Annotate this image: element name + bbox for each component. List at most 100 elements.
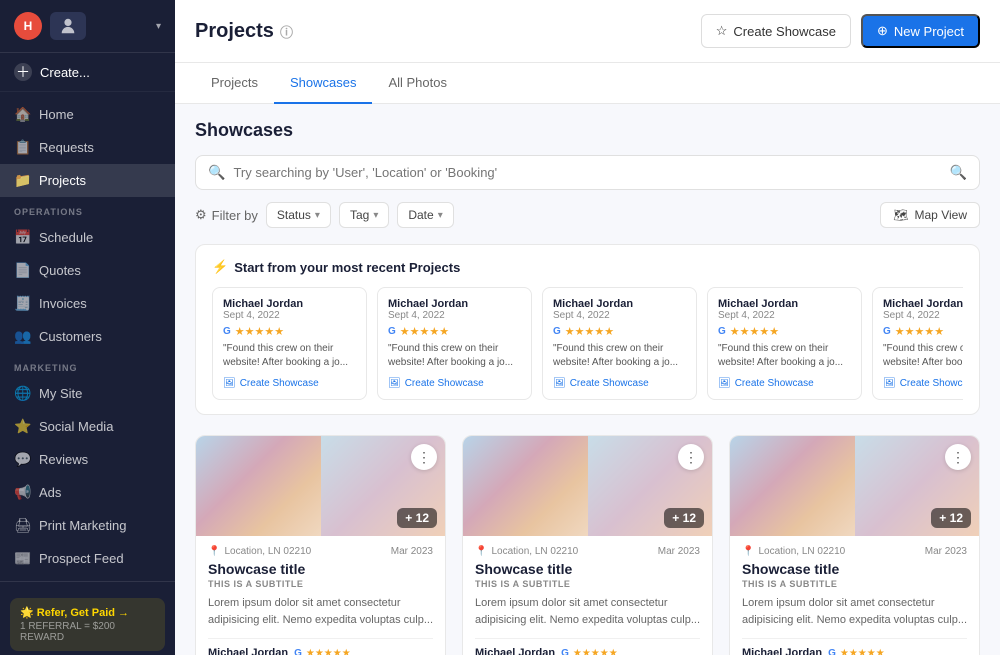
recent-card-name: Michael Jordan xyxy=(388,298,521,310)
create-showcase-button[interactable]: ☆ Create Showcase xyxy=(701,14,851,48)
google-g-icon: G xyxy=(388,326,396,337)
recent-card-quote: "Found this crew on their website! After… xyxy=(553,342,686,370)
tag-chevron-icon: ▾ xyxy=(373,210,378,221)
recent-card-date: Sept 4, 2022 xyxy=(553,310,686,321)
showcase-location-row: 📍 Location, LN 02210 Mar 2023 xyxy=(742,546,967,557)
sidebar-item-ads-label: Ads xyxy=(39,485,61,500)
marketing-section-label: MARKETING xyxy=(0,353,175,377)
tab-projects[interactable]: Projects xyxy=(195,63,274,104)
showcase-link-icon: 🖼 xyxy=(883,378,896,389)
new-project-button[interactable]: ⊕ New Project xyxy=(861,14,980,48)
recent-card-create-link[interactable]: 🖼 Create Showcase xyxy=(553,378,686,389)
showcase-description: Lorem ipsum dolor sit amet consectetur a… xyxy=(742,595,967,628)
map-view-button[interactable]: 🗺 Map View xyxy=(880,202,980,228)
sidebar-item-customers-label: Customers xyxy=(39,329,102,344)
recent-card-create-link[interactable]: 🖼 Create Showcase xyxy=(388,378,521,389)
search-submit-icon[interactable]: 🔍 xyxy=(950,164,967,181)
account-switcher[interactable] xyxy=(50,12,86,40)
filter-status-button[interactable]: Status ▾ xyxy=(266,202,331,228)
sidebar-item-schedule[interactable]: 📅 Schedule xyxy=(0,221,175,254)
recent-card-stars: G ★★★★★ xyxy=(718,325,851,338)
showcase-location-left: 📍 Location, LN 02210 xyxy=(208,546,311,557)
showcase-location-row: 📍 Location, LN 02210 Mar 2023 xyxy=(208,546,433,557)
sidebar-item-print-marketing[interactable]: 🖨 Print Marketing xyxy=(0,509,175,542)
requests-icon: 📋 xyxy=(14,139,30,156)
sidebar-item-requests[interactable]: 📋 Requests xyxy=(0,131,175,164)
sidebar-item-home-label: Home xyxy=(39,107,74,122)
sidebar-item-customers[interactable]: 👥 Customers xyxy=(0,320,175,353)
recent-card-date: Sept 4, 2022 xyxy=(223,310,356,321)
reviewer-stars: G ★★★★★ xyxy=(561,648,618,655)
recent-card: Michael Jordan Sept 4, 2022 G ★★★★★ "Fou… xyxy=(212,287,367,400)
reviewer-stars: G ★★★★★ xyxy=(828,648,885,655)
sidebar-item-projects[interactable]: 📁 Projects xyxy=(0,164,175,197)
recent-card-date: Sept 4, 2022 xyxy=(883,310,963,321)
sidebar-footer: 🌟 Refer, Get Paid → 1 REFERRAL = $200 RE… xyxy=(0,581,175,655)
recent-cards-list: Michael Jordan Sept 4, 2022 G ★★★★★ "Fou… xyxy=(212,287,963,400)
customers-icon: 👥 xyxy=(14,328,30,345)
showcase-menu-button[interactable]: ⋮ xyxy=(411,444,437,470)
showcase-title: Showcase title xyxy=(208,561,433,577)
sidebar-item-my-site[interactable]: 🌐 My Site xyxy=(0,377,175,410)
showcase-subtitle: THIS IS A SUBTITLE xyxy=(208,579,433,589)
reviews-icon: 💬 xyxy=(14,451,30,468)
showcase-title: Showcase title xyxy=(742,561,967,577)
showcase-card: + 12 ⋮ 📍 Location, LN 02210 Mar 2023 Sho… xyxy=(729,435,980,655)
showcase-menu-button[interactable]: ⋮ xyxy=(678,444,704,470)
showcase-card-body: 📍 Location, LN 02210 Mar 2023 Showcase t… xyxy=(463,536,712,655)
prospect-feed-icon: 📰 xyxy=(14,550,30,567)
google-g-icon: G xyxy=(718,326,726,337)
showcase-images: + 12 ⋮ xyxy=(196,436,445,536)
recent-card-create-label: Create Showcase xyxy=(900,378,963,389)
showcase-location-text: Location, LN 02210 xyxy=(758,546,845,557)
filter-by-label: ⚙ Filter by xyxy=(195,207,258,223)
search-input[interactable] xyxy=(233,165,941,180)
sidebar-item-home[interactable]: 🏠 Home xyxy=(0,98,175,131)
showcase-reviewer: Michael Jordan G ★★★★★ "Lorem ipsum dolo… xyxy=(475,638,700,655)
recent-card-create-label: Create Showcase xyxy=(570,378,649,389)
google-g-icon: G xyxy=(883,326,891,337)
topbar-actions: ☆ Create Showcase ⊕ New Project xyxy=(701,14,980,48)
pin-icon: 📍 xyxy=(475,546,487,557)
showcase-plus-badge: + 12 xyxy=(664,508,704,528)
tab-showcases[interactable]: Showcases xyxy=(274,63,372,104)
operations-section-label: OPERATIONS xyxy=(0,197,175,221)
showcase-image-left xyxy=(730,436,855,536)
showcase-subtitle: THIS IS A SUBTITLE xyxy=(742,579,967,589)
filter-date-button[interactable]: Date ▾ xyxy=(397,202,453,228)
sidebar-item-invoices[interactable]: 🧾 Invoices xyxy=(0,287,175,320)
recent-card-create-link[interactable]: 🖼 Create Showcase xyxy=(883,378,963,389)
social-media-icon: ⭐ xyxy=(14,418,30,435)
recent-card-create-link[interactable]: 🖼 Create Showcase xyxy=(223,378,356,389)
showcase-date: Mar 2023 xyxy=(925,546,967,557)
map-icon: 🗺 xyxy=(893,208,908,222)
sidebar-item-invoices-label: Invoices xyxy=(39,296,87,311)
showcase-menu-button[interactable]: ⋮ xyxy=(945,444,971,470)
sidebar-item-schedule-label: Schedule xyxy=(39,230,93,245)
content-area: Showcases 🔍 🔍 ⚙ Filter by Status ▾ Tag ▾… xyxy=(175,104,1000,655)
showcase-description: Lorem ipsum dolor sit amet consectetur a… xyxy=(475,595,700,628)
showcase-images: + 12 ⋮ xyxy=(463,436,712,536)
pin-icon: 📍 xyxy=(208,546,220,557)
showcase-link-icon: 🖼 xyxy=(388,378,401,389)
topbar: Projects ⓘ ☆ Create Showcase ⊕ New Proje… xyxy=(175,0,1000,63)
refer-box[interactable]: 🌟 Refer, Get Paid → 1 REFERRAL = $200 RE… xyxy=(10,598,165,651)
sidebar-header: H ▾ xyxy=(0,0,175,53)
sidebar-item-quotes[interactable]: 📄 Quotes xyxy=(0,254,175,287)
tab-all-photos[interactable]: All Photos xyxy=(372,63,463,104)
refer-title: 🌟 Refer, Get Paid → xyxy=(20,606,155,619)
content-title: Showcases xyxy=(195,120,980,141)
create-button[interactable]: ＋ Create... xyxy=(0,53,175,92)
recent-card-create-link[interactable]: 🖼 Create Showcase xyxy=(718,378,851,389)
recent-projects-section: ⚡ Start from your most recent Projects M… xyxy=(195,244,980,415)
showcase-images: + 12 ⋮ xyxy=(730,436,979,536)
filter-tag-button[interactable]: Tag ▾ xyxy=(339,202,389,228)
sidebar-item-ads[interactable]: 📢 Ads xyxy=(0,476,175,509)
sidebar-item-social-media[interactable]: ⭐ Social Media xyxy=(0,410,175,443)
showcase-location-text: Location, LN 02210 xyxy=(491,546,578,557)
projects-icon: 📁 xyxy=(14,172,30,189)
sidebar-item-prospect-feed[interactable]: 📰 Prospect Feed xyxy=(0,542,175,575)
sidebar-item-reviews[interactable]: 💬 Reviews xyxy=(0,443,175,476)
recent-card-name: Michael Jordan xyxy=(553,298,686,310)
recent-card-create-label: Create Showcase xyxy=(405,378,484,389)
